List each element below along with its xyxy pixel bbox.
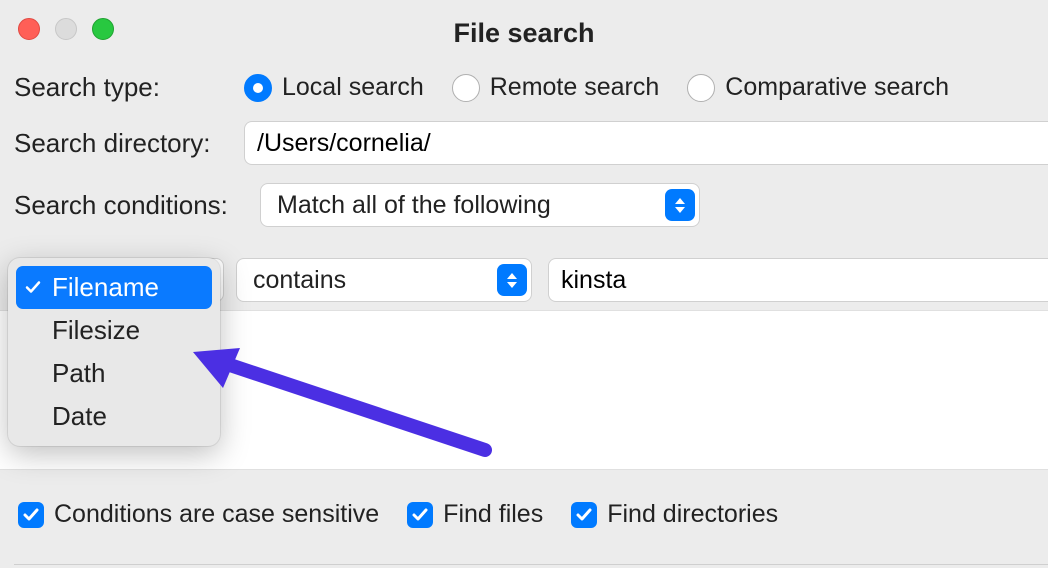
select-value: Match all of the following [277,191,551,220]
chevron-updown-icon [665,189,695,221]
divider [14,564,1048,565]
radio-comparative-search[interactable]: Comparative search [687,73,949,102]
match-conditions-select[interactable]: Match all of the following [260,183,700,227]
condition-value-input[interactable] [548,258,1048,302]
checkbox-find-directories[interactable]: Find directories [571,500,778,529]
check-icon [24,272,42,303]
dropdown-item-label: Date [52,401,107,431]
search-type-label: Search type: [14,72,244,103]
dropdown-item-path[interactable]: Path [16,352,212,395]
radio-label: Remote search [490,73,660,102]
search-conditions-row: Search conditions: Match all of the foll… [14,183,1048,227]
chevron-updown-icon [497,264,527,296]
search-directory-label: Search directory: [14,128,244,159]
checkbox-checked-icon [407,502,433,528]
radio-label: Comparative search [725,73,949,102]
dropdown-item-filename[interactable]: Filename [16,266,212,309]
checkbox-label: Find directories [607,500,778,529]
condition-field-dropdown-menu: Filename Filesize Path Date [8,258,220,446]
dropdown-item-label: Filesize [52,315,140,345]
checkbox-checked-icon [571,502,597,528]
radio-unselected-icon [452,74,480,102]
search-type-row: Search type: Local search Remote search … [14,72,1048,103]
radio-label: Local search [282,73,424,102]
checkbox-label: Conditions are case sensitive [54,500,379,529]
dropdown-item-date[interactable]: Date [16,395,212,438]
search-directory-row: Search directory: [14,121,1048,165]
checkbox-find-files[interactable]: Find files [407,500,543,529]
bottom-options-bar: Conditions are case sensitive Find files… [18,500,778,529]
dropdown-item-filesize[interactable]: Filesize [16,309,212,352]
radio-remote-search[interactable]: Remote search [452,73,660,102]
checkbox-checked-icon [18,502,44,528]
search-conditions-label: Search conditions: [14,190,260,221]
select-value: contains [253,266,346,295]
dropdown-item-label: Path [52,358,106,388]
radio-selected-icon [244,74,272,102]
checkbox-case-sensitive[interactable]: Conditions are case sensitive [18,500,379,529]
window-title: File search [0,18,1048,49]
search-type-radio-group: Local search Remote search Comparative s… [244,73,949,102]
checkbox-label: Find files [443,500,543,529]
dropdown-item-label: Filename [52,272,159,302]
condition-operator-select[interactable]: contains [236,258,532,302]
search-form: Search type: Local search Remote search … [14,72,1048,245]
search-directory-input[interactable] [244,121,1048,165]
radio-unselected-icon [687,74,715,102]
radio-local-search[interactable]: Local search [244,73,424,102]
